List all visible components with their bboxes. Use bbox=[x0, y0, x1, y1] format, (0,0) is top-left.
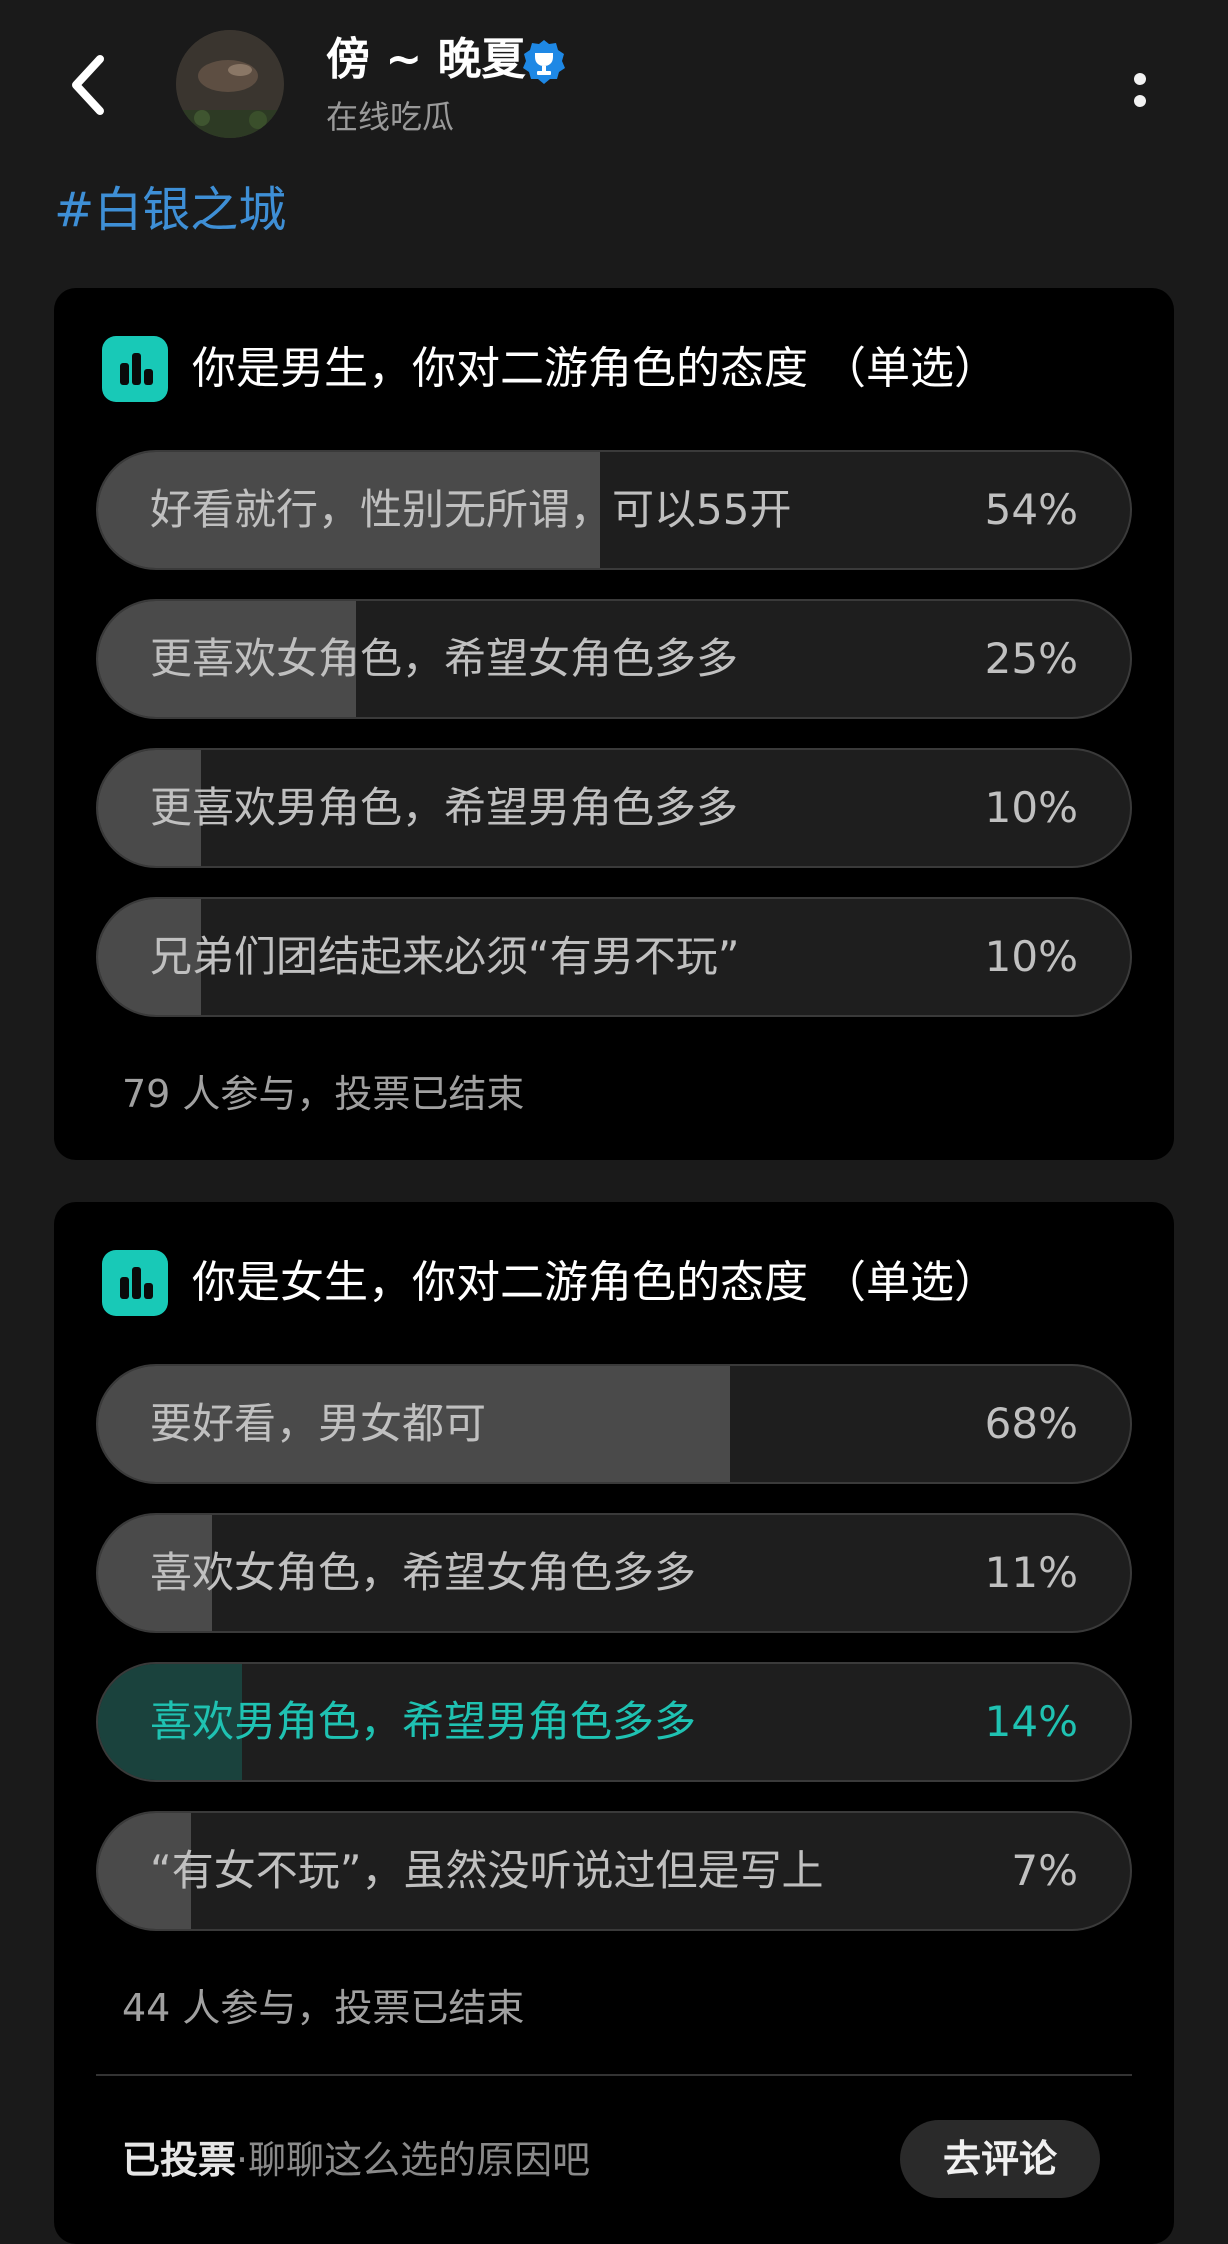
poll-option[interactable]: 喜欢男角色，希望男角色多多 14% bbox=[96, 1662, 1132, 1782]
divider bbox=[96, 2074, 1132, 2076]
poll-header: 你是女生，你对二游角色的态度 （单选） bbox=[102, 1250, 998, 1316]
poll-option-percent: 68% bbox=[984, 1399, 1078, 1448]
avatar[interactable] bbox=[176, 30, 284, 138]
username[interactable]: 傍 ~ 晚夏 bbox=[326, 30, 526, 90]
poll-chart-icon bbox=[102, 1250, 168, 1316]
poll-option-percent: 10% bbox=[984, 932, 1078, 981]
voted-status: 已投票·聊聊这么选的原因吧 bbox=[122, 2130, 590, 2190]
chevron-left-icon bbox=[72, 55, 104, 115]
poll-card: 你是男生，你对二游角色的态度 （单选） 好看就行，性别无所谓，可以55开 54%… bbox=[54, 288, 1174, 1160]
poll-option-label: “有女不玩”，虽然没听说过但是写上 bbox=[150, 1846, 824, 1895]
poll-participants: 44 人参与，投票已结束 bbox=[122, 1986, 525, 2030]
poll-option-label: 更喜欢女角色，希望女角色多多 bbox=[150, 634, 739, 683]
poll-option-percent: 25% bbox=[984, 634, 1078, 683]
top-bar: 傍 ~ 晚夏 在线吃瓜 bbox=[0, 0, 1228, 175]
poll-option[interactable]: 更喜欢男角色，希望男角色多多 10% bbox=[96, 748, 1132, 868]
poll-option-label: 喜欢女角色，希望女角色多多 bbox=[150, 1548, 697, 1597]
comment-prompt: 聊聊这么选的原因吧 bbox=[248, 2138, 591, 2182]
poll-option[interactable]: 兄弟们团结起来必须“有男不玩” 10% bbox=[96, 897, 1132, 1017]
poll-option[interactable]: 喜欢女角色，希望女角色多多 11% bbox=[96, 1513, 1132, 1633]
poll-option-label: 更喜欢男角色，希望男角色多多 bbox=[150, 783, 739, 832]
poll-option[interactable]: “有女不玩”，虽然没听说过但是写上 7% bbox=[96, 1811, 1132, 1931]
poll-option-percent: 7% bbox=[1011, 1846, 1078, 1895]
topic-hashtag[interactable]: #白银之城 bbox=[54, 178, 286, 242]
more-options-button[interactable] bbox=[1120, 60, 1160, 120]
poll-header: 你是男生，你对二游角色的态度 （单选） bbox=[102, 336, 998, 402]
voted-separator: · bbox=[236, 2138, 249, 2182]
poll-option-label: 好看就行，性别无所谓，可以55开 bbox=[150, 485, 792, 534]
avatar-image bbox=[176, 30, 284, 138]
poll-option[interactable]: 要好看，男女都可 68% bbox=[96, 1364, 1132, 1484]
poll-option-label: 喜欢男角色，希望男角色多多 bbox=[150, 1697, 697, 1746]
poll-option[interactable]: 更喜欢女角色，希望女角色多多 25% bbox=[96, 599, 1132, 719]
poll-option[interactable]: 好看就行，性别无所谓，可以55开 54% bbox=[96, 450, 1132, 570]
poll-option-percent: 54% bbox=[984, 485, 1078, 534]
poll-option-label: 要好看，男女都可 bbox=[150, 1399, 487, 1448]
poll-option-percent: 10% bbox=[984, 783, 1078, 832]
poll-option-percent: 11% bbox=[984, 1548, 1078, 1597]
poll-title: 你是男生，你对二游角色的态度 （单选） bbox=[192, 343, 998, 394]
poll-card: 你是女生，你对二游角色的态度 （单选） 要好看，男女都可 68% 喜欢女角色，希… bbox=[54, 1202, 1174, 2244]
more-vertical-icon bbox=[1134, 95, 1146, 107]
more-vertical-icon bbox=[1134, 73, 1146, 85]
poll-chart-icon bbox=[102, 336, 168, 402]
comment-button[interactable]: 去评论 bbox=[900, 2120, 1100, 2198]
back-button[interactable] bbox=[58, 50, 118, 120]
user-status: 在线吃瓜 bbox=[326, 98, 455, 136]
poll-participants: 79 人参与，投票已结束 bbox=[122, 1072, 525, 1116]
poll-option-percent: 14% bbox=[984, 1697, 1078, 1746]
verified-badge-icon bbox=[523, 40, 565, 84]
poll-title: 你是女生，你对二游角色的态度 （单选） bbox=[192, 1257, 998, 1308]
poll-option-label: 兄弟们团结起来必须“有男不玩” bbox=[150, 932, 740, 981]
voted-label: 已投票 bbox=[122, 2138, 237, 2182]
